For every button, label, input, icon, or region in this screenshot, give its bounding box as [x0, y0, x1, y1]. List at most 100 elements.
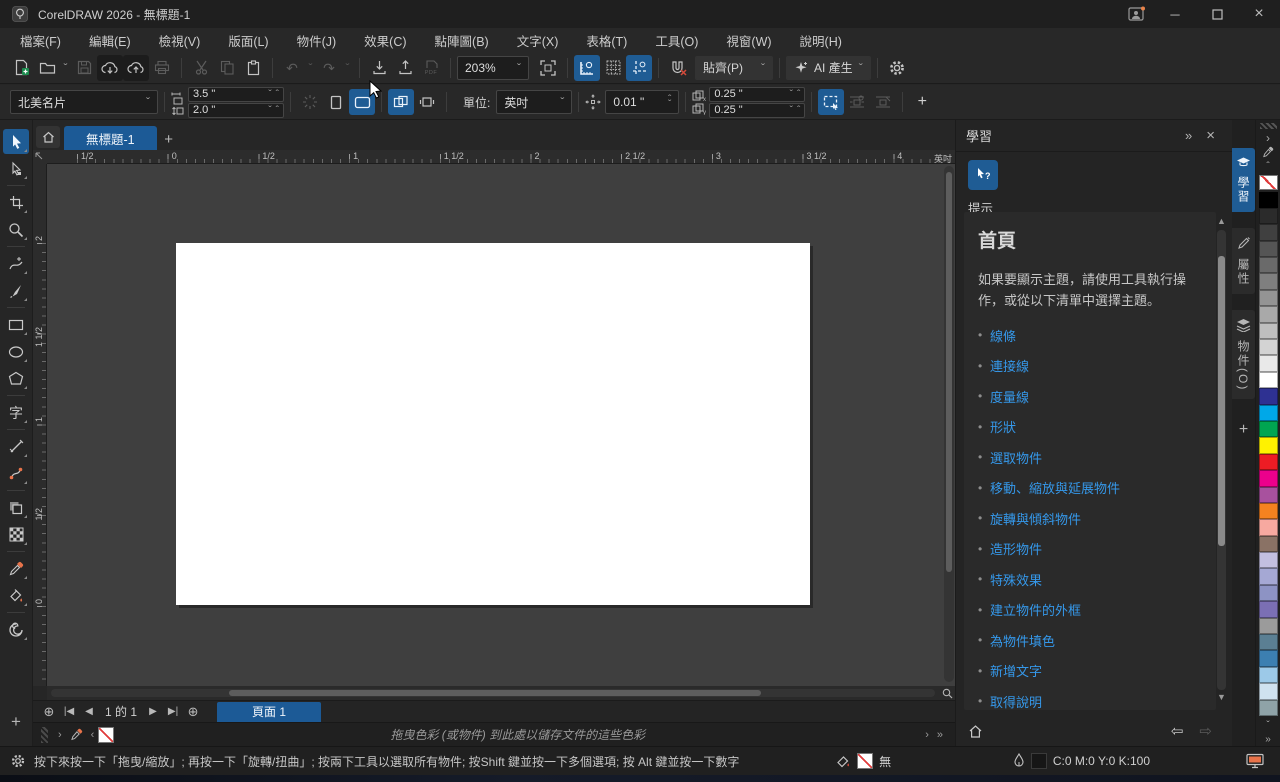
palette-drag-grip[interactable]: [1260, 123, 1277, 129]
close-docker-icon[interactable]: ×: [1199, 127, 1222, 144]
color-swatch[interactable]: [1259, 388, 1278, 404]
duplicate-distance-x-field[interactable]: 0.25 "ˇˆ: [709, 87, 805, 102]
vertical-scrollbar-thumb[interactable]: [946, 172, 952, 572]
wrap-text-icon[interactable]: [844, 89, 870, 115]
interactive-fill-tool[interactable]: [3, 583, 29, 608]
color-swatch[interactable]: [1259, 601, 1278, 617]
learning-back-icon[interactable]: ⇦: [1163, 722, 1192, 740]
color-swatch[interactable]: [1259, 536, 1278, 552]
landscape-icon[interactable]: [349, 89, 375, 115]
palette-expand-icon[interactable]: ›: [54, 729, 66, 741]
connector-tool[interactable]: [3, 461, 29, 486]
tips-button[interactable]: ?: [968, 160, 998, 190]
color-swatch[interactable]: [1259, 700, 1278, 716]
nudge-distance-field[interactable]: 0.01 " ˆˇ: [605, 90, 679, 114]
vertical-scrollbar[interactable]: [944, 166, 954, 682]
menu-item[interactable]: 視窗(W): [712, 32, 785, 52]
snap-to-dropdown[interactable]: 貼齊(P)ˇ: [695, 56, 773, 80]
last-page-icon[interactable]: ▶|: [163, 703, 183, 721]
rectangle-tool[interactable]: [3, 312, 29, 337]
color-swatch[interactable]: [1259, 323, 1278, 339]
menu-item[interactable]: 檢視(V): [145, 32, 215, 52]
previous-page-icon[interactable]: ◀: [79, 703, 99, 721]
learning-topic-link[interactable]: • 取得說明: [978, 692, 1202, 710]
polygon-tool[interactable]: [3, 366, 29, 391]
color-swatch[interactable]: [1259, 290, 1278, 306]
page-tab[interactable]: 頁面 1: [217, 702, 321, 722]
all-pages-icon[interactable]: [388, 89, 414, 115]
first-page-icon[interactable]: |◀: [59, 703, 79, 721]
cloud-open-icon[interactable]: [97, 55, 123, 81]
menu-item[interactable]: 版面(L): [214, 32, 282, 52]
zoom-level-combo[interactable]: 203%ˇ: [457, 56, 529, 80]
learning-scrollbar[interactable]: ▲ ▼: [1215, 216, 1228, 704]
page-width-field[interactable]: 3.5 "ˇˆ: [188, 87, 284, 102]
palette-scroll-right-icon[interactable]: ›: [921, 729, 933, 741]
proof-colors-icon[interactable]: [1246, 753, 1264, 769]
color-swatch[interactable]: [1259, 519, 1278, 535]
cloud-save-icon[interactable]: [123, 55, 149, 81]
snap-off-icon[interactable]: [665, 55, 691, 81]
text-tool[interactable]: 字: [3, 400, 29, 425]
palette-scroll-down-icon[interactable]: ˇ: [1266, 718, 1269, 732]
twirl-tool[interactable]: [3, 617, 29, 642]
transparency-tool[interactable]: [3, 522, 29, 547]
horizontal-ruler[interactable]: 1/201/211 1/222 1/233 1/24 英吋: [47, 150, 955, 164]
portrait-icon[interactable]: [323, 89, 349, 115]
undo-icon[interactable]: ↶: [279, 55, 305, 81]
color-swatch[interactable]: [1259, 241, 1278, 257]
learning-topic-link[interactable]: • 度量線: [978, 387, 1202, 406]
fit-page-icon[interactable]: [535, 55, 561, 81]
zoom-corner-icon[interactable]: [939, 686, 955, 700]
menu-item[interactable]: 說明(H): [786, 32, 856, 52]
learning-topic-link[interactable]: • 建立物件的外框: [978, 600, 1202, 619]
redo-icon[interactable]: ↷: [316, 55, 342, 81]
learning-forward-icon[interactable]: ⇨: [1191, 722, 1220, 740]
show-grid-icon[interactable]: [600, 55, 626, 81]
minimize-button[interactable]: ─: [1154, 0, 1196, 28]
palette-flyout-icon[interactable]: ›: [1266, 131, 1270, 145]
welcome-home-icon[interactable]: [36, 126, 60, 148]
color-swatch[interactable]: [1259, 683, 1278, 699]
document-tab[interactable]: 無標題-1: [64, 126, 157, 150]
color-swatch[interactable]: [1259, 192, 1278, 208]
palette-scroll-up-icon[interactable]: ˆ: [1266, 159, 1269, 173]
learning-topic-link[interactable]: • 旋轉與傾斜物件: [978, 509, 1202, 528]
menu-item[interactable]: 工具(O): [641, 32, 712, 52]
color-swatch[interactable]: [1259, 585, 1278, 601]
color-swatch[interactable]: [1259, 487, 1278, 503]
duplicate-distance-y-field[interactable]: 0.25 "ˇˆ: [709, 103, 805, 118]
new-document-tab-button[interactable]: +: [157, 128, 181, 150]
no-color-swatch[interactable]: [98, 727, 114, 743]
zoom-tool[interactable]: [3, 217, 29, 242]
vertical-ruler[interactable]: 21 1/211/20: [33, 164, 47, 686]
collapse-docker-icon[interactable]: »: [1178, 128, 1199, 143]
learning-home-icon[interactable]: [968, 724, 983, 738]
artistic-media-tool[interactable]: [3, 278, 29, 303]
learning-topic-link[interactable]: • 選取物件: [978, 448, 1202, 467]
copy-icon[interactable]: [214, 55, 240, 81]
horizontal-scrollbar-thumb[interactable]: [229, 690, 761, 696]
learning-topic-link[interactable]: • 連接線: [978, 356, 1202, 375]
palette-scroll-left-icon[interactable]: ‹: [87, 729, 99, 741]
color-swatch[interactable]: [1259, 208, 1278, 224]
color-swatch[interactable]: [1259, 257, 1278, 273]
save-icon[interactable]: [71, 55, 97, 81]
options-gear-icon[interactable]: [884, 55, 910, 81]
color-swatch[interactable]: [1259, 339, 1278, 355]
curve-tool[interactable]: [3, 251, 29, 276]
undo-dropdown-icon[interactable]: ˇ: [305, 63, 316, 73]
horizontal-scrollbar[interactable]: [47, 686, 955, 700]
menu-item[interactable]: 表格(T): [572, 32, 641, 52]
paste-icon[interactable]: [240, 55, 266, 81]
menu-item[interactable]: 點陣圖(B): [421, 32, 503, 52]
add-docker-button[interactable]: +: [1239, 421, 1248, 439]
menu-item[interactable]: 物件(J): [283, 32, 351, 52]
status-gear-icon[interactable]: [10, 753, 26, 769]
page-height-field[interactable]: 2.0 "ˇˆ: [188, 103, 284, 118]
color-swatch[interactable]: [1259, 667, 1278, 683]
learning-topic-link[interactable]: • 移動、縮放與延展物件: [978, 478, 1202, 497]
learning-topic-link[interactable]: • 新增文字: [978, 661, 1202, 680]
add-tool-button[interactable]: +: [11, 712, 21, 732]
document-page[interactable]: [176, 243, 810, 605]
